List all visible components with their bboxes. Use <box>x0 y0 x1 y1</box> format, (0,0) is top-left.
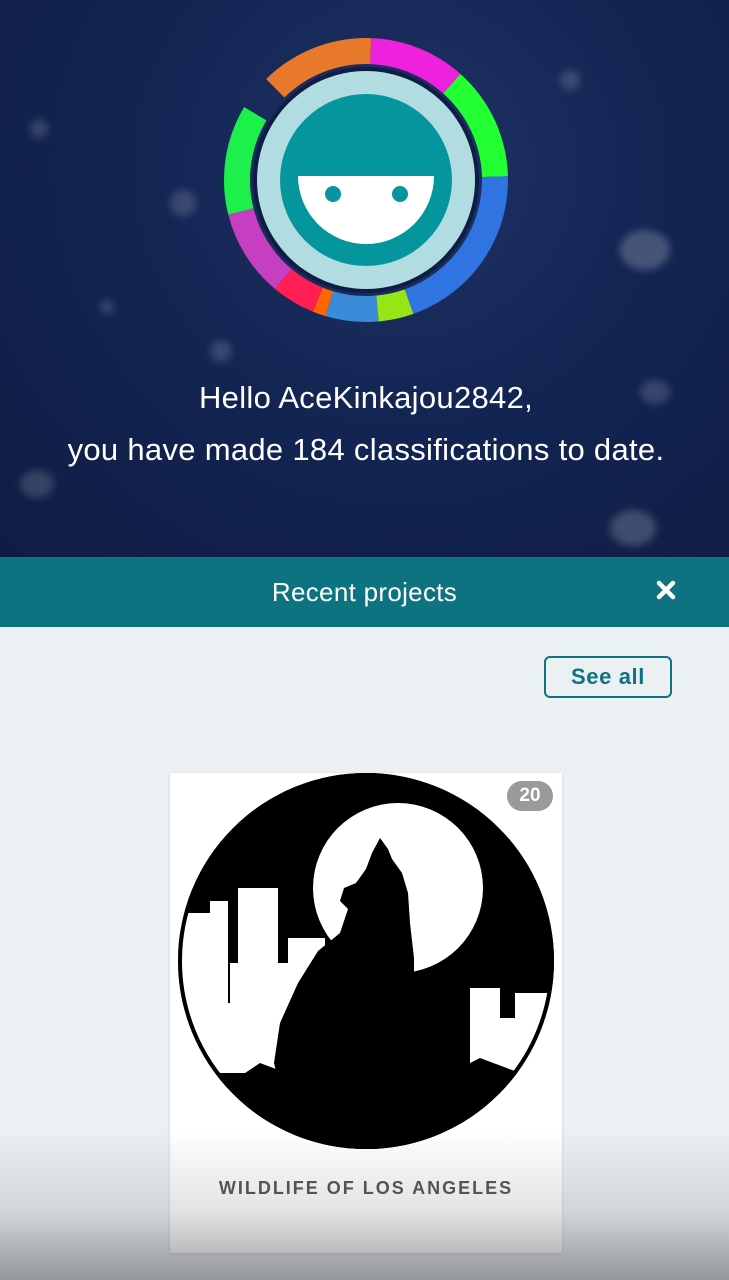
recent-projects-header: Recent projects <box>0 557 729 627</box>
greeting-line-2: you have made 184 classifications to dat… <box>67 432 665 467</box>
greeting-line-1: Hello AceKinkajou2842, <box>198 380 534 415</box>
ring-segment <box>325 291 379 322</box>
zooniverse-smiley-avatar-icon <box>280 94 452 266</box>
user-avatar[interactable] <box>222 36 510 324</box>
greeting-text: Hello AceKinkajou2842, you have made 184… <box>40 372 692 476</box>
classification-count-badge: 20 <box>507 781 553 811</box>
project-card[interactable]: 20 WILDLIFE OF LOS ANGELES <box>170 773 562 1253</box>
close-icon[interactable] <box>650 574 682 606</box>
see-all-button[interactable]: See all <box>544 656 672 698</box>
howling-coyote-city-moon-logo <box>170 773 562 1165</box>
recent-projects-title: Recent projects <box>271 577 458 607</box>
profile-hero: Hello AceKinkajou2842, you have made 184… <box>0 0 729 557</box>
project-title: WILDLIFE OF LOS ANGELES <box>218 1178 514 1198</box>
